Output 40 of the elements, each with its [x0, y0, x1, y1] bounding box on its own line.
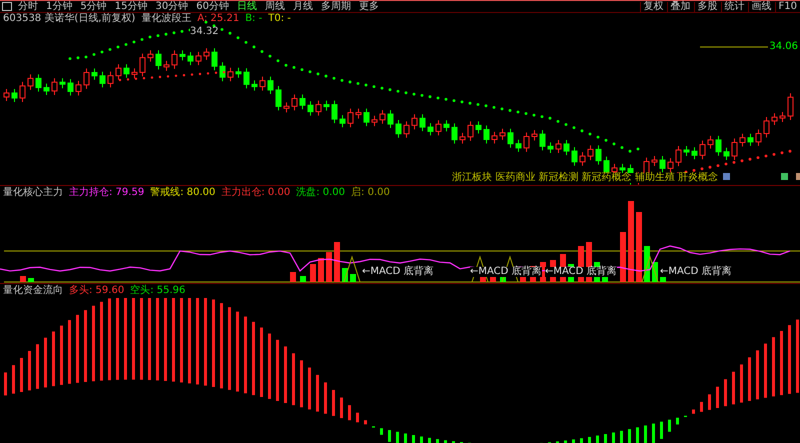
menu-icon[interactable]: [2, 2, 12, 11]
price-label: 34.32: [190, 27, 219, 37]
period-tab[interactable]: 60分钟: [192, 2, 233, 12]
stock-title: 603538 美诺华(日线,前复权): [3, 14, 136, 24]
period-tab[interactable]: 5分钟: [76, 2, 111, 12]
period-tab[interactable]: 周线: [260, 2, 289, 12]
period-tab[interactable]: 30分钟: [151, 2, 192, 12]
indicator-value: 主力出仓: 0.00: [221, 188, 290, 198]
period-tab[interactable]: 多周期: [316, 2, 355, 12]
price-label: 34.06: [769, 42, 798, 52]
signal-label: ←MACD 底背离: [545, 267, 617, 277]
toolbar-button[interactable]: 多股: [694, 2, 721, 12]
signal-label: ←MACD 底背离: [660, 267, 732, 277]
indicator-value: A: 25.21: [197, 14, 240, 24]
indicator-value: B: -: [245, 14, 262, 24]
period-tab[interactable]: 分时: [14, 2, 42, 12]
indicator-value: 空头: 55.96: [130, 286, 186, 296]
toolbar-button[interactable]: 复权: [640, 2, 667, 12]
signal-label: ←MACD 底背离: [362, 267, 434, 277]
signal-label: ←MACD 底背离: [470, 267, 542, 277]
concept-text: 浙江板块 医药商业 新冠检测 新冠药概念 辅助生殖 肝炎概念: [452, 173, 718, 183]
toolbar-button[interactable]: F10: [774, 2, 800, 12]
price-line: [700, 46, 768, 48]
indicator-value: 警戒线: 80.00: [150, 188, 216, 198]
indicator-value: 多头: 59.60: [69, 286, 124, 296]
period-tab[interactable]: 更多: [354, 2, 383, 12]
indicator-value: 主力持仓: 79.59: [69, 188, 144, 198]
period-tab[interactable]: 15分钟: [110, 2, 152, 12]
period-tab[interactable]: 日线: [232, 2, 261, 12]
indicator-name: 量化波段王: [141, 14, 192, 24]
period-tab[interactable]: 月线: [288, 2, 317, 12]
toolbar-button[interactable]: 画线: [748, 2, 775, 12]
indicator-value: T0: -: [268, 14, 291, 24]
indicator-name: 量化资金流向: [3, 286, 63, 296]
indicator-value: 洗盘: 0.00: [296, 188, 346, 198]
toolbar-button[interactable]: 统计: [720, 2, 748, 12]
toolbar-button[interactable]: 叠加: [666, 2, 694, 12]
period-tab[interactable]: 1分钟: [42, 2, 76, 12]
indicator-name: 量化核心主力: [3, 188, 63, 198]
indicator-value: 启: 0.00: [351, 188, 390, 198]
